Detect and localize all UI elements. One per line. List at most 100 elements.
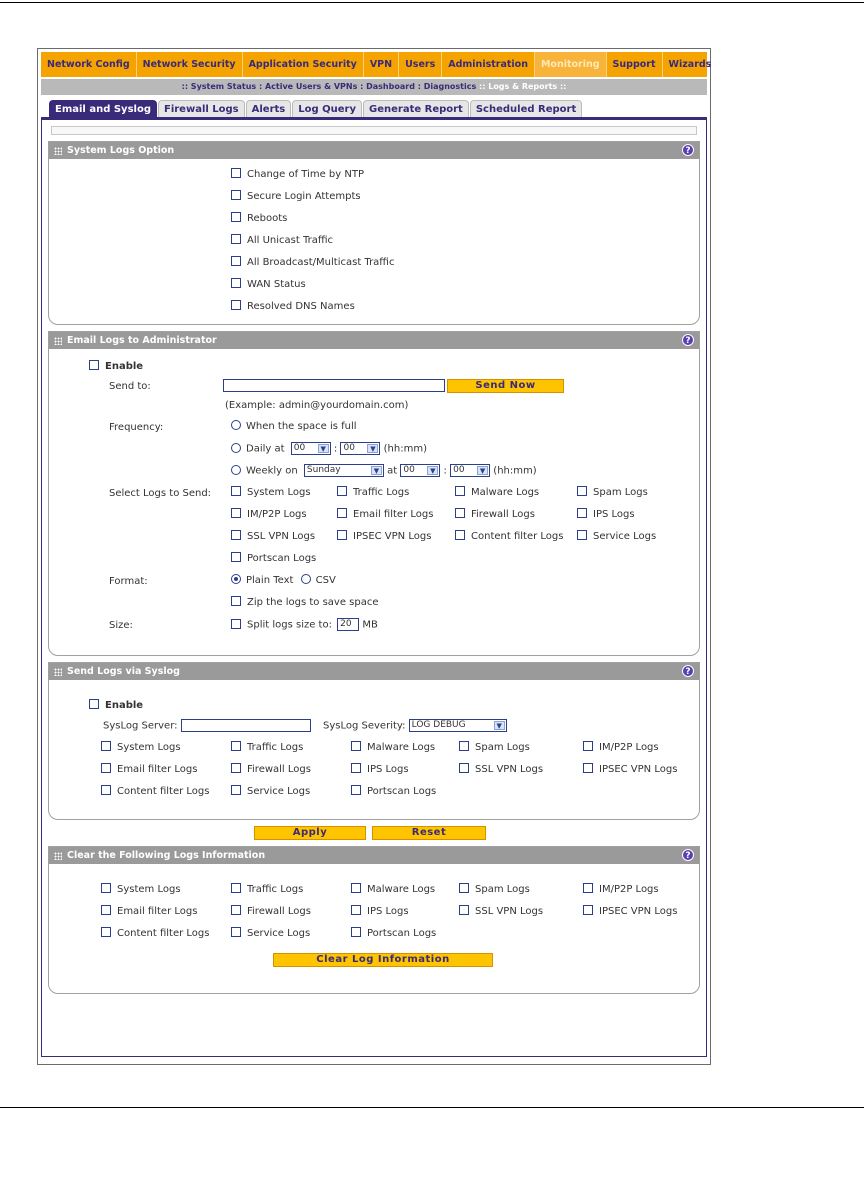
checkbox[interactable] — [577, 486, 587, 496]
subnav-logs-reports[interactable]: :: Logs & Reports :: — [479, 82, 566, 91]
send-to-input[interactable] — [223, 379, 445, 392]
reset-button[interactable]: Reset — [372, 826, 486, 840]
split-size-input[interactable]: 20 — [337, 618, 360, 631]
log-label: Malware Logs — [471, 487, 540, 498]
nav-vpn[interactable]: VPN — [364, 52, 400, 77]
checkbox[interactable] — [231, 256, 241, 266]
checkbox[interactable] — [351, 905, 361, 915]
chevron-down-icon: ▼ — [370, 466, 382, 475]
subnav-dashboard[interactable]: : Dashboard — [360, 82, 415, 91]
checkbox[interactable] — [231, 905, 241, 915]
option-label: Reboots — [247, 213, 288, 224]
checkbox[interactable] — [351, 741, 361, 751]
zip-checkbox[interactable] — [231, 596, 241, 606]
checkbox[interactable] — [351, 883, 361, 893]
checkbox[interactable] — [455, 486, 465, 496]
nav-network-config[interactable]: Network Config — [41, 52, 137, 77]
format-csv-radio[interactable] — [300, 574, 311, 584]
checkbox[interactable] — [583, 763, 593, 773]
syslog-severity-select[interactable]: LOG DEBUG ▼ — [408, 719, 507, 732]
checkbox[interactable] — [231, 300, 241, 310]
format-plain-radio[interactable] — [231, 574, 241, 584]
nav-users[interactable]: Users — [399, 52, 443, 77]
freq-daily-radio[interactable] — [231, 442, 241, 453]
tab-log-query[interactable]: Log Query — [292, 100, 362, 117]
checkbox[interactable] — [459, 905, 469, 915]
checkbox[interactable] — [577, 530, 587, 540]
checkbox[interactable] — [101, 883, 111, 893]
subnav-diagnostics[interactable]: : Diagnostics — [418, 82, 477, 91]
nav-support[interactable]: Support — [607, 52, 663, 77]
checkbox[interactable] — [231, 212, 241, 222]
checkbox[interactable] — [351, 927, 361, 937]
nav-application-security[interactable]: Application Security — [243, 52, 364, 77]
checkbox[interactable] — [231, 763, 241, 773]
help-icon[interactable]: ? — [682, 334, 694, 346]
weekday-select[interactable]: Sunday ▼ — [303, 464, 384, 477]
email-example: (Example: admin@yourdomain.com) — [225, 400, 409, 411]
weekly-minute-select[interactable]: 00 ▼ — [450, 464, 491, 477]
tab-alerts[interactable]: Alerts — [245, 100, 292, 117]
checkbox[interactable] — [337, 486, 347, 496]
checkbox[interactable] — [351, 763, 361, 773]
weekly-hour-select[interactable]: 00 ▼ — [400, 464, 441, 477]
tab-firewall-logs[interactable]: Firewall Logs — [157, 100, 245, 117]
nav-network-security[interactable]: Network Security — [137, 52, 243, 77]
help-icon[interactable]: ? — [682, 144, 694, 156]
clear-log-information-button[interactable]: Clear Log Information — [273, 953, 493, 967]
syslog-enable-checkbox[interactable] — [89, 699, 99, 709]
split-checkbox[interactable] — [231, 618, 241, 629]
checkbox[interactable] — [231, 927, 241, 937]
checkbox[interactable] — [231, 785, 241, 795]
checkbox[interactable] — [455, 508, 465, 518]
nav-monitoring[interactable]: Monitoring — [534, 52, 607, 77]
checkbox[interactable] — [101, 763, 111, 773]
subnav-system-status[interactable]: :: System Status — [182, 82, 257, 91]
checkbox[interactable] — [459, 741, 469, 751]
email-enable-checkbox[interactable] — [89, 360, 99, 370]
syslog-server-input[interactable] — [180, 719, 311, 732]
checkbox[interactable] — [231, 883, 241, 893]
checkbox[interactable] — [231, 508, 241, 518]
checkbox[interactable] — [101, 905, 111, 915]
daily-hour-select[interactable]: 00 ▼ — [290, 442, 331, 455]
log-label: IPS Logs — [367, 764, 409, 775]
checkbox[interactable] — [231, 190, 241, 200]
section-header: Clear the Following Logs Information ? — [49, 847, 699, 864]
checkbox[interactable] — [577, 508, 587, 518]
checkbox[interactable] — [337, 508, 347, 518]
checkbox[interactable] — [101, 927, 111, 937]
checkbox[interactable] — [351, 785, 361, 795]
checkbox[interactable] — [459, 883, 469, 893]
checkbox[interactable] — [583, 905, 593, 915]
apply-button[interactable]: Apply — [254, 826, 366, 840]
checkbox[interactable] — [231, 234, 241, 244]
send-now-button[interactable]: Send Now — [447, 379, 564, 393]
checkbox[interactable] — [459, 763, 469, 773]
help-icon[interactable]: ? — [682, 665, 694, 677]
checkbox[interactable] — [231, 486, 241, 496]
tab-scheduled-report[interactable]: Scheduled Report — [469, 100, 583, 117]
checkbox[interactable] — [583, 883, 593, 893]
freq-full-radio[interactable] — [231, 420, 241, 430]
select-logs-label: Select Logs to Send: — [109, 488, 212, 499]
split-row: Split logs size to: 20 MB — [231, 618, 378, 631]
checkbox[interactable] — [101, 741, 111, 751]
freq-weekly-radio[interactable] — [231, 464, 241, 475]
tab-generate-report[interactable]: Generate Report — [363, 100, 469, 117]
checkbox[interactable] — [101, 785, 111, 795]
checkbox[interactable] — [337, 530, 347, 540]
checkbox[interactable] — [231, 552, 241, 562]
tab-email-syslog[interactable]: Email and Syslog — [49, 100, 157, 117]
checkbox[interactable] — [231, 168, 241, 178]
nav-administration[interactable]: Administration — [442, 52, 535, 77]
checkbox[interactable] — [231, 530, 241, 540]
checkbox[interactable] — [455, 530, 465, 540]
nav-wizards[interactable]: Wizards — [663, 52, 718, 77]
checkbox[interactable] — [231, 278, 241, 288]
checkbox[interactable] — [583, 741, 593, 751]
help-icon[interactable]: ? — [682, 849, 694, 861]
daily-minute-select[interactable]: 00 ▼ — [340, 442, 381, 455]
checkbox[interactable] — [231, 741, 241, 751]
subnav-active-users[interactable]: : Active Users & VPNs — [259, 82, 357, 91]
